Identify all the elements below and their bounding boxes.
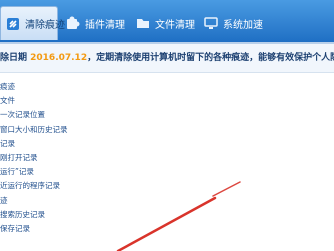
list-item[interactable]: 刚打开记录: [0, 151, 334, 165]
tab-label: 清除痕迹: [25, 20, 65, 31]
list-item[interactable]: 保存记录: [0, 222, 334, 236]
header-text: ，定期清除使用计算机时留下的各种痕迹，能够有效保护个人隐: [87, 53, 334, 63]
list-item[interactable]: 痕迹: [0, 80, 334, 94]
trace-list: 痕迹 文件 一次记录位置 窗口大小和历史记录 记录 刚打开记录 运行”记录 近运…: [0, 80, 334, 250]
list-item[interactable]: 搜索历史记录: [0, 208, 334, 222]
list-item[interactable]: 迹: [0, 194, 334, 208]
folder-icon: [135, 15, 151, 31]
list-item[interactable]: 一次记录位置: [0, 108, 334, 122]
tab-file-cleanup[interactable]: 文件清理: [130, 6, 196, 40]
header-date: 2016.07.12: [30, 53, 88, 63]
broom-icon: [5, 16, 21, 32]
monitor-icon: [203, 15, 219, 31]
list-item[interactable]: 窗口大小和历史记录: [0, 123, 334, 137]
tab-plugin-cleanup[interactable]: 插件清理: [60, 6, 128, 40]
tab-label: 插件清理: [85, 19, 125, 31]
list-item[interactable]: 记录: [0, 137, 334, 151]
list-item[interactable]: 运行”记录: [0, 165, 334, 179]
tab-system-speedup[interactable]: 系统加速: [198, 6, 268, 40]
puzzle-icon: [65, 15, 81, 31]
header-prefix: 除日期: [0, 53, 31, 63]
list-item[interactable]: [0, 236, 334, 250]
toolbar: 清除痕迹 插件清理 文件清理 系统加速: [0, 0, 334, 42]
tab-label: 文件清理: [155, 19, 195, 31]
tab-clear-traces[interactable]: 清除痕迹: [0, 6, 65, 40]
info-header: 除日期 2016.07.12，定期清除使用计算机时留下的各种痕迹，能够有效保护个…: [0, 44, 334, 73]
list-item[interactable]: 文件: [0, 94, 334, 108]
tab-label: 系统加速: [223, 19, 263, 31]
list-item[interactable]: 近运行的程序记录: [0, 179, 334, 193]
